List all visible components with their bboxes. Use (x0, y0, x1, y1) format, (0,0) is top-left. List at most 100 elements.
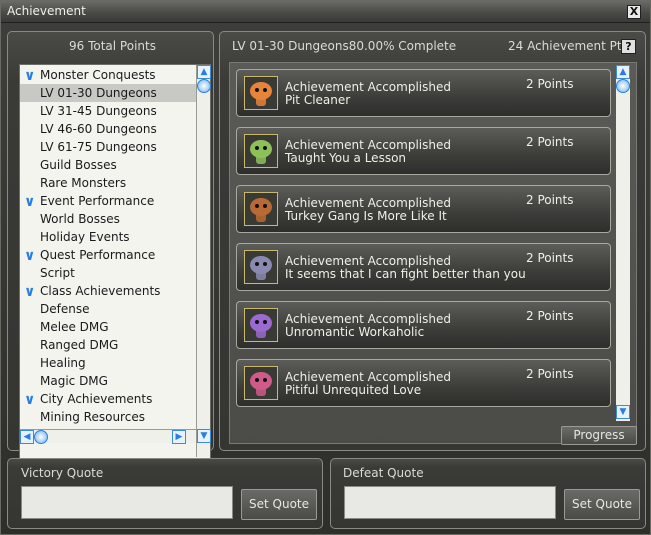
tree-subcategory[interactable]: Holiday Events (20, 228, 196, 246)
tree-item-label: Rare Monsters (40, 176, 127, 190)
achievement-card[interactable]: Achievement Accomplished Turkey Gang Is M… (236, 185, 611, 233)
tree-subcategory[interactable]: Healing (20, 354, 196, 372)
horizontal-scroll-thumb[interactable] (34, 430, 48, 444)
achievement-status: Achievement Accomplished (285, 80, 451, 94)
tree-item-label: Magic DMG (40, 374, 108, 388)
tree-category[interactable]: ∨ City Achievements (20, 390, 196, 408)
achievement-card[interactable]: Achievement Accomplished Unromantic Worka… (236, 301, 611, 349)
tree-item-label: LV 61-75 Dungeons (40, 140, 157, 154)
expand-chevron-icon[interactable]: ∨ (24, 247, 35, 265)
tree-subcategory[interactable]: Melee DMG (20, 318, 196, 336)
tree-item-label: LV 46-60 Dungeons (40, 122, 157, 136)
defeat-set-quote-button[interactable]: Set Quote (564, 489, 640, 520)
achievement-status: Achievement Accomplished (285, 138, 451, 152)
tree-item-label: Mining Resources (40, 410, 145, 424)
tree-subcategory[interactable]: World Bosses (20, 210, 196, 228)
achievement-card[interactable]: Achievement Accomplished Taught You a Les… (236, 127, 611, 175)
armored-penguin-icon (244, 250, 278, 284)
achievement-card[interactable]: Achievement Accomplished Pitiful Unrequit… (236, 359, 611, 407)
achievement-points: 2 Points (526, 309, 574, 323)
tree-item-label: Ranged DMG (40, 338, 119, 352)
victory-quote-title: Victory Quote (21, 466, 104, 480)
tree-subcategory[interactable]: Script (20, 264, 196, 282)
expand-chevron-icon[interactable]: ∨ (24, 391, 35, 409)
help-button[interactable]: ? (621, 39, 636, 54)
tree-subcategory[interactable]: LV 31-45 Dungeons (20, 102, 196, 120)
category-panel: 96 Total Points ∨ Monster Conquests LV 01-… (7, 31, 214, 472)
list-scroll-down-arrow-icon[interactable]: ▼ (616, 405, 630, 419)
tree-item-label: City Achievements (40, 392, 153, 406)
defeat-quote-panel: Defeat Quote Set Quote (330, 458, 646, 529)
achievement-status: Achievement Accomplished (285, 370, 451, 384)
list-scroll-thumb[interactable] (616, 79, 630, 93)
tree-item-label: LV 01-30 Dungeons (40, 86, 157, 100)
tree-item-label: Melee DMG (40, 320, 109, 334)
tree-subcategory[interactable]: Defense (20, 300, 196, 318)
achievement-card[interactable]: Achievement Accomplished It seems that I … (236, 243, 611, 291)
category-tree-list: ∨ Monster Conquests LV 01-30 Dungeons LV 31… (20, 65, 196, 459)
close-button[interactable]: X (627, 5, 641, 19)
progress-button[interactable]: Progress (561, 426, 637, 445)
achievement-status: Achievement Accomplished (285, 254, 451, 268)
achievements-panel: LV 01-30 Dungeons80.00% Complete 24 Achi… (219, 31, 646, 451)
tree-subcategory[interactable]: Guild Bosses (20, 156, 196, 174)
tree-subcategory[interactable]: LV 61-75 Dungeons (20, 138, 196, 156)
achievement-window: Achievement X 96 Total Points ∨ Monster C… (0, 0, 651, 535)
achievement-points: 2 Points (526, 367, 574, 381)
victory-set-quote-button[interactable]: Set Quote (241, 489, 317, 520)
list-scroll-up-arrow-icon[interactable]: ▲ (616, 65, 630, 79)
tree-subcategory[interactable]: Magic DMG (20, 372, 196, 390)
tree-item-label: Class Achievements (40, 284, 161, 298)
achievement-name: Turkey Gang Is More Like It (285, 209, 447, 223)
defeat-quote-input[interactable] (344, 486, 556, 519)
tree-item-label: Guild Bosses (40, 158, 117, 172)
pink-creature-icon (244, 366, 278, 400)
green-goblin-icon (244, 134, 278, 168)
tree-horizontal-scrollbar[interactable]: ◀ ▶ (20, 429, 196, 444)
expand-chevron-icon[interactable]: ∨ (24, 283, 35, 301)
achievement-status: Achievement Accomplished (285, 312, 451, 326)
tree-vertical-scrollbar[interactable]: ▲ ▼ (196, 65, 211, 457)
expand-chevron-icon[interactable]: ∨ (24, 67, 35, 85)
window-title: Achievement (7, 4, 86, 18)
mushroom-monster-icon (244, 76, 278, 110)
tree-item-label: World Bosses (40, 212, 120, 226)
scroll-down-arrow-icon[interactable]: ▼ (197, 429, 211, 443)
achievement-status: Achievement Accomplished (285, 196, 451, 210)
scroll-thumb[interactable] (197, 79, 211, 93)
tree-subcategory[interactable]: Mining Resources (20, 408, 196, 426)
tree-subcategory[interactable]: Rare Monsters (20, 174, 196, 192)
achievement-list-scrollbar[interactable]: ▲ ▼ (616, 65, 630, 421)
scroll-left-arrow-icon[interactable]: ◀ (20, 430, 34, 444)
achievement-list: Achievement Accomplished Pit Cleaner 2 Poi… (229, 62, 637, 444)
tree-category[interactable]: ∨ Class Achievements (20, 282, 196, 300)
tree-item-label: Healing (40, 356, 86, 370)
tree-subcategory[interactable]: LV 01-30 Dungeons (20, 84, 196, 102)
scroll-right-arrow-icon[interactable]: ▶ (172, 430, 186, 444)
scroll-up-arrow-icon[interactable]: ▲ (197, 65, 211, 79)
total-points-label: 96 Total Points (69, 39, 156, 53)
achievement-points-label: 24 Achievement Pts (508, 39, 628, 53)
achievement-name: Pitiful Unrequited Love (285, 383, 422, 397)
title-bar[interactable]: Achievement X (1, 1, 650, 23)
victory-quote-panel: Victory Quote Set Quote (7, 458, 323, 529)
tree-category[interactable]: ∨ Monster Conquests (20, 66, 196, 84)
tree-subcategory[interactable]: Ranged DMG (20, 336, 196, 354)
tree-category[interactable]: ∨ Event Performance (20, 192, 196, 210)
achievement-name: Taught You a Lesson (285, 151, 407, 165)
tree-subcategory[interactable]: LV 46-60 Dungeons (20, 120, 196, 138)
achievement-points: 2 Points (526, 251, 574, 265)
purple-creature-icon (244, 308, 278, 342)
tree-item-label: LV 31-45 Dungeons (40, 104, 157, 118)
tree-item-label: Defense (40, 302, 90, 316)
achievement-name: It seems that I can fight better than yo… (285, 267, 526, 281)
achievement-points: 2 Points (526, 193, 574, 207)
achievement-card[interactable]: Achievement Accomplished Pit Cleaner 2 Poi… (236, 69, 611, 117)
tree-item-label: Holiday Events (40, 230, 130, 244)
defeat-quote-title: Defeat Quote (343, 466, 424, 480)
tree-item-label: Script (40, 266, 75, 280)
victory-quote-input[interactable] (21, 486, 233, 519)
tree-category[interactable]: ∨ Quest Performance (20, 246, 196, 264)
tree-item-label: Quest Performance (40, 248, 156, 262)
expand-chevron-icon[interactable]: ∨ (24, 193, 35, 211)
